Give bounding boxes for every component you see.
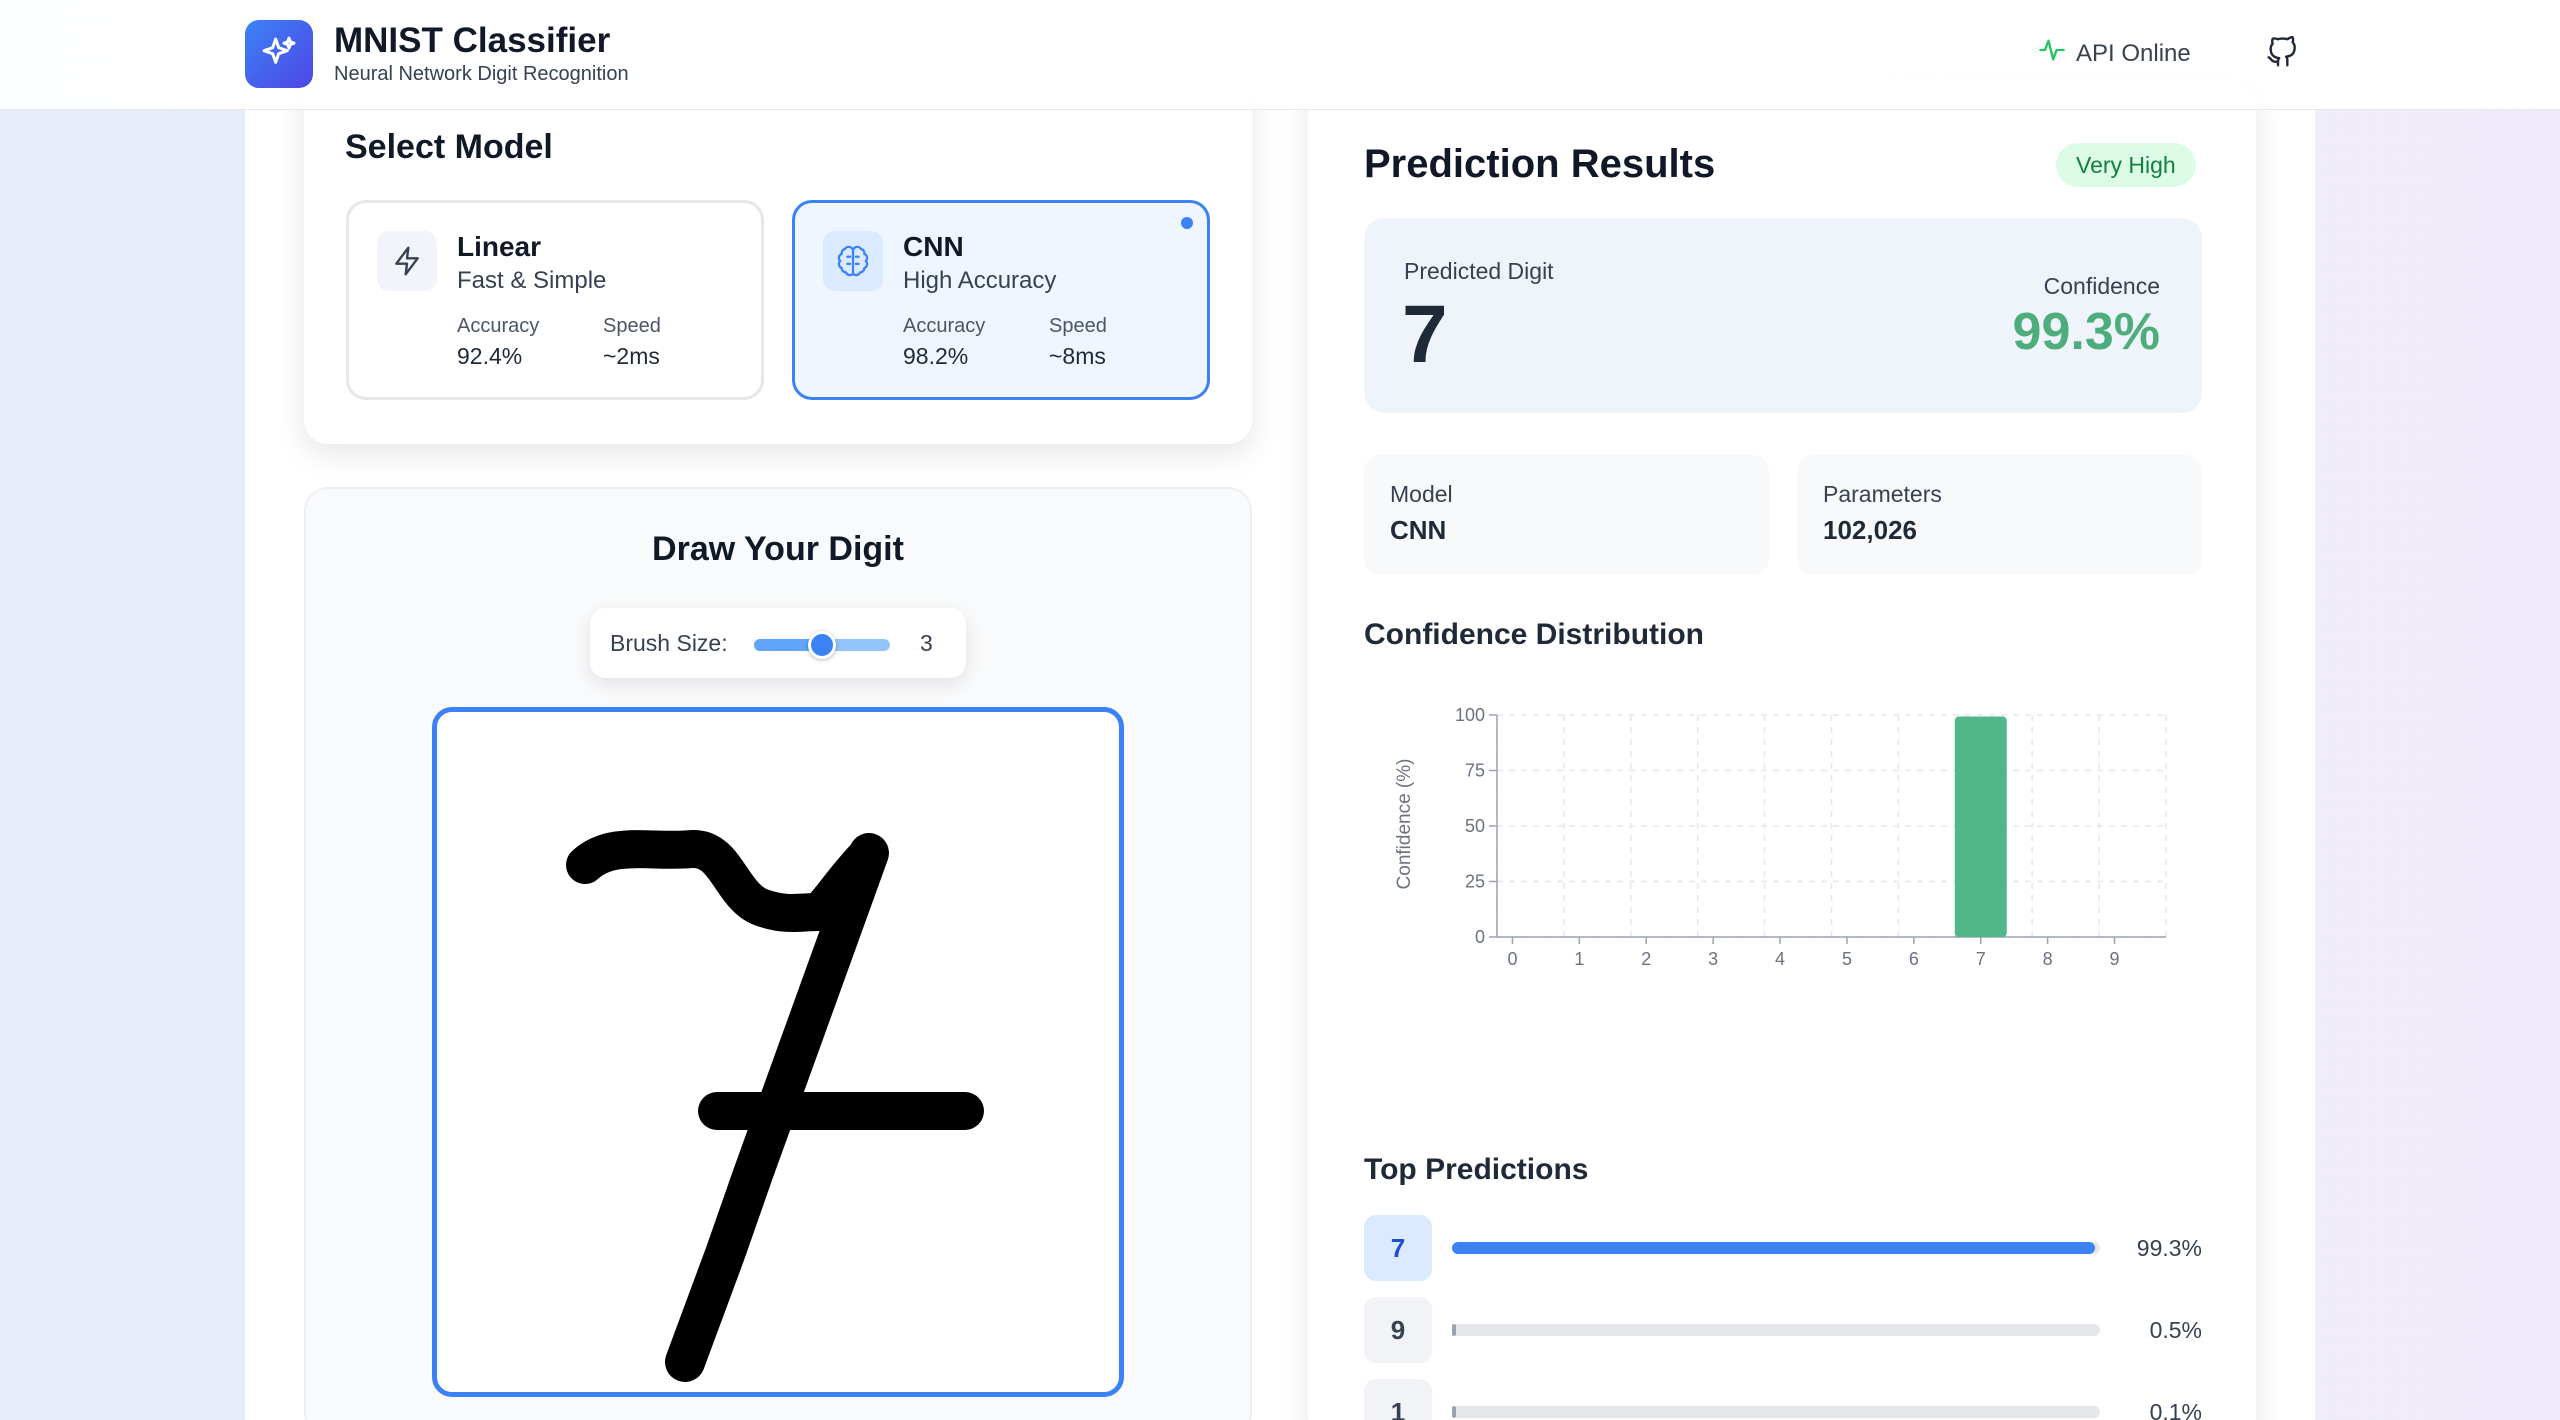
top-prediction-bar xyxy=(1452,1242,2100,1254)
x-tick-label: 3 xyxy=(1708,949,1718,969)
accuracy-label: Accuracy xyxy=(457,315,540,337)
speed-label: Speed xyxy=(603,315,661,337)
model-name: Linear xyxy=(457,231,542,262)
app-title: MNIST Classifier xyxy=(334,21,611,60)
y-tick-label: 25 xyxy=(1465,872,1485,892)
model-info: Model CNN xyxy=(1364,455,1769,575)
zap-icon xyxy=(377,231,437,291)
top-prediction-row: 7 99.3% xyxy=(1364,1215,2202,1281)
github-button[interactable] xyxy=(2264,34,2300,74)
accuracy-label: Accuracy xyxy=(903,315,986,337)
y-tick-label: 50 xyxy=(1465,816,1485,836)
x-tick-label: 8 xyxy=(2043,949,2053,969)
parameters-info: Parameters 102,026 xyxy=(1797,455,2202,575)
app-subtitle: Neural Network Digit Recognition xyxy=(334,63,629,85)
x-tick-label: 0 xyxy=(1507,949,1517,969)
activity-icon xyxy=(2038,36,2066,71)
confidence-level-badge: Very High xyxy=(2056,143,2196,187)
confidence-distribution-chart: 0 25 50 75 100 0 1 2 3 4 5 6 7 8 9 Confidence (%) xyxy=(1394,705,2167,969)
drawing-canvas[interactable] xyxy=(432,707,1124,1397)
chart-bar xyxy=(1954,716,2007,937)
parameters-label: Parameters xyxy=(1823,481,1942,507)
top-prediction-percent: 0.5% xyxy=(2149,1317,2202,1343)
y-axis-label: Confidence (%) xyxy=(1394,759,1415,890)
model-description: High Accuracy xyxy=(903,267,1057,294)
x-tick-label: 7 xyxy=(1976,949,1986,969)
top-prediction-row: 1 0.1% xyxy=(1364,1379,2202,1420)
model-description: Fast & Simple xyxy=(457,267,607,294)
top-prediction-bar-fill xyxy=(1452,1406,1456,1418)
model-option-cnn[interactable]: CNN High Accuracy Accuracy 98.2% Speed ~… xyxy=(792,200,1210,400)
accuracy-value: 98.2% xyxy=(903,343,969,369)
top-prediction-percent: 0.1% xyxy=(2149,1399,2202,1420)
api-status: API Online xyxy=(2038,36,2191,71)
speed-label: Speed xyxy=(1049,315,1107,337)
y-tick-label: 0 xyxy=(1475,927,1485,947)
x-tick-label: 9 xyxy=(2110,949,2120,969)
distribution-title: Confidence Distribution xyxy=(1364,618,1704,651)
brush-size-value: 3 xyxy=(920,630,933,656)
api-status-text: API Online xyxy=(2076,39,2191,67)
speed-value: ~2ms xyxy=(603,343,660,369)
brush-size-label: Brush Size: xyxy=(610,630,728,656)
top-prediction-digit: 1 xyxy=(1364,1379,1432,1420)
draw-title: Draw Your Digit xyxy=(652,530,904,568)
selected-indicator xyxy=(1181,217,1193,229)
top-prediction-bar-fill xyxy=(1452,1242,2096,1254)
results-title: Prediction Results xyxy=(1364,142,1716,186)
slider-thumb[interactable] xyxy=(808,631,836,659)
prediction-summary: Predicted Digit 7 Confidence 99.3% xyxy=(1364,218,2202,413)
top-prediction-bar xyxy=(1452,1406,2100,1418)
github-icon xyxy=(2266,35,2298,73)
top-header: MNIST Classifier Neural Network Digit Re… xyxy=(0,0,2560,110)
top-predictions-title: Top Predictions xyxy=(1364,1153,1589,1186)
accuracy-value: 92.4% xyxy=(457,343,523,369)
brush-size-control: Brush Size: 3 xyxy=(590,608,966,678)
top-prediction-bar xyxy=(1452,1324,2100,1336)
predicted-digit: 7 xyxy=(1402,289,1448,380)
drawn-digit-stroke xyxy=(566,830,984,1382)
model-name: CNN xyxy=(903,231,964,262)
model-info-value: CNN xyxy=(1390,515,1447,545)
x-tick-label: 1 xyxy=(1574,949,1584,969)
top-prediction-digit: 9 xyxy=(1364,1297,1432,1363)
top-prediction-digit: 7 xyxy=(1364,1215,1432,1281)
y-tick-label: 75 xyxy=(1465,761,1485,781)
brain-icon xyxy=(823,231,883,291)
x-tick-label: 6 xyxy=(1909,949,1919,969)
confidence-label: Confidence xyxy=(2043,273,2160,299)
speed-value: ~8ms xyxy=(1049,343,1106,369)
y-tick-label: 100 xyxy=(1455,705,1485,725)
brush-size-slider[interactable] xyxy=(754,631,890,659)
select-model-title: Select Model xyxy=(345,128,553,166)
confidence-value: 99.3% xyxy=(2012,303,2160,361)
model-info-label: Model xyxy=(1390,481,1453,507)
model-option-linear[interactable]: Linear Fast & Simple Accuracy 92.4% Spee… xyxy=(346,200,764,400)
predicted-digit-label: Predicted Digit xyxy=(1404,258,1554,284)
x-tick-label: 5 xyxy=(1842,949,1852,969)
parameters-value: 102,026 xyxy=(1823,515,1917,545)
top-prediction-row: 9 0.5% xyxy=(1364,1297,2202,1363)
top-prediction-percent: 99.3% xyxy=(2136,1235,2202,1261)
x-tick-label: 4 xyxy=(1775,949,1785,969)
top-prediction-bar-fill xyxy=(1452,1324,1456,1336)
x-tick-label: 2 xyxy=(1641,949,1651,969)
sparkles-icon xyxy=(245,20,313,88)
